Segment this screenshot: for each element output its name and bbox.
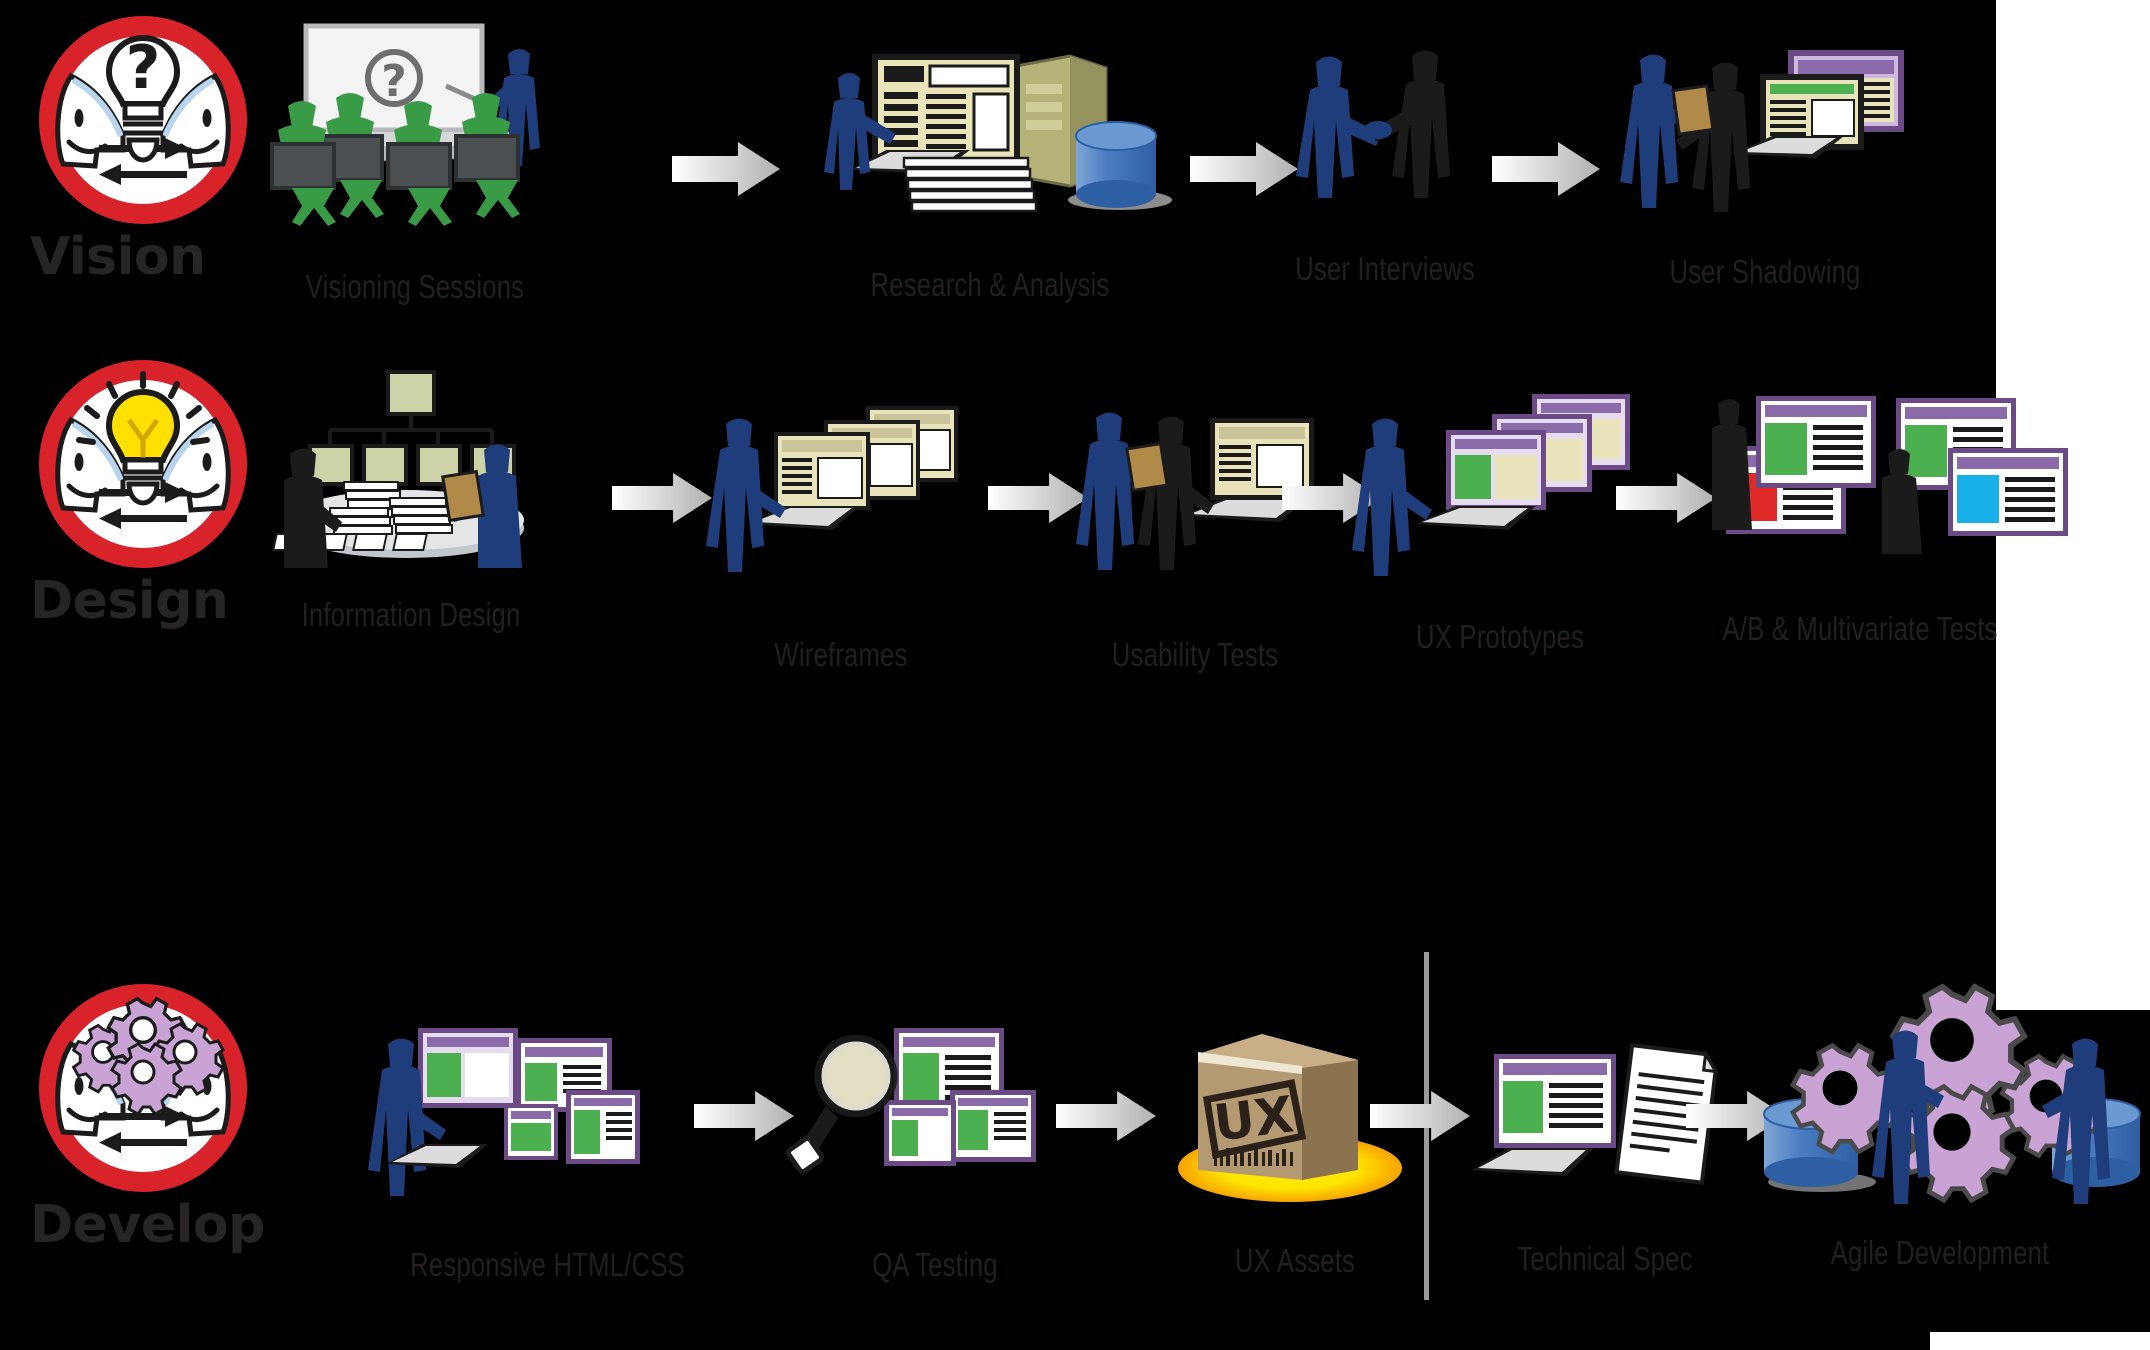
vision-badge-icon: ? [37, 14, 249, 226]
flow-arrow-icon [1370, 1090, 1470, 1142]
svg-text:?: ? [381, 56, 407, 107]
stage-design: Design [8, 358, 278, 629]
flow-arrow-icon [694, 1090, 794, 1142]
svg-text:UX: UX [1211, 1085, 1297, 1152]
whiteboard-meeting-icon: ? [270, 20, 560, 230]
step-label-responsive-html-css: Responsive HTML/CSS [410, 1246, 685, 1283]
flow-arrow-icon [1492, 142, 1600, 196]
step-label-agile-development: Agile Development [1830, 1234, 2050, 1271]
step-label-technical-spec: Technical Spec [1517, 1240, 1693, 1277]
ux-process-diagram: ? Vision ? Visioning Sessions Research &… [0, 0, 2150, 1350]
step-qa-testing[interactable]: QA Testing [785, 1018, 1080, 1284]
step-technical-spec[interactable]: Technical Spec [1460, 1036, 1750, 1278]
step-label-user-shadowing: User Shadowing [1669, 253, 1861, 290]
step-label-information-design: Information Design [301, 596, 521, 633]
step-user-shadowing[interactable]: User Shadowing [1600, 30, 1930, 291]
canvas-bottom-notch [1930, 1332, 2150, 1350]
magnifier-screens-icon [785, 1018, 1080, 1198]
step-information-design[interactable]: Information Design [266, 368, 556, 634]
step-visioning-sessions[interactable]: ? Visioning Sessions [270, 20, 560, 306]
stage-label-develop: Develop [30, 1195, 265, 1255]
step-label-ux-prototypes: UX Prototypes [1416, 618, 1584, 655]
step-label-ab-multivariate-tests: A/B & Multivariate Tests [1722, 610, 1998, 647]
flow-arrow-icon [1056, 1090, 1156, 1142]
flow-arrow-icon [612, 472, 712, 524]
design-badge-icon [37, 358, 249, 570]
step-label-ux-assets: UX Assets [1234, 1242, 1356, 1279]
stage-label-vision: Vision [30, 227, 206, 287]
ab-test-variants-icon [1640, 388, 2080, 568]
documents-server-database-icon [820, 20, 1172, 230]
card-sorting-table-icon [266, 368, 556, 568]
step-label-user-interviews: User Interviews [1295, 250, 1475, 287]
observer-at-screen-icon [1600, 30, 1930, 225]
step-label-qa-testing: QA Testing [872, 1246, 998, 1283]
stage-label-design: Design [30, 571, 229, 631]
step-label-research-analysis: Research & Analysis [870, 266, 1110, 303]
step-wireframes[interactable]: Wireframes [706, 392, 966, 674]
wireframe-screens-icon [706, 392, 966, 572]
gears-databases-icon [1740, 983, 2141, 1204]
step-agile-development[interactable]: Agile Development [1740, 983, 2141, 1272]
step-label-visioning-sessions: Visioning Sessions [305, 268, 525, 305]
step-ab-multivariate-tests[interactable]: A/B & Multivariate Tests [1640, 388, 2080, 648]
handshake-interview-icon [1250, 38, 1520, 228]
step-label-usability-tests: Usability Tests [1111, 636, 1279, 673]
step-label-wireframes: Wireframes [774, 636, 908, 673]
step-usability-tests[interactable]: Usability Tests [1060, 392, 1330, 674]
step-ux-assets[interactable]: UX UX Assets [1150, 1018, 1440, 1280]
responsive-layouts-icon [368, 1018, 686, 1198]
prototype-screens-icon [1350, 380, 1650, 576]
flow-arrow-icon [672, 142, 780, 196]
develop-badge-icon [37, 982, 249, 1194]
step-responsive-html-css[interactable]: Responsive HTML/CSS [368, 1018, 686, 1284]
step-ux-prototypes[interactable]: UX Prototypes [1350, 380, 1650, 656]
step-research-analysis[interactable]: Research & Analysis [820, 20, 1172, 304]
svg-text:?: ? [126, 33, 161, 103]
stage-develop: Develop [8, 982, 278, 1253]
step-user-interviews[interactable]: User Interviews [1250, 38, 1520, 288]
stage-vision: ? Vision [8, 14, 278, 285]
